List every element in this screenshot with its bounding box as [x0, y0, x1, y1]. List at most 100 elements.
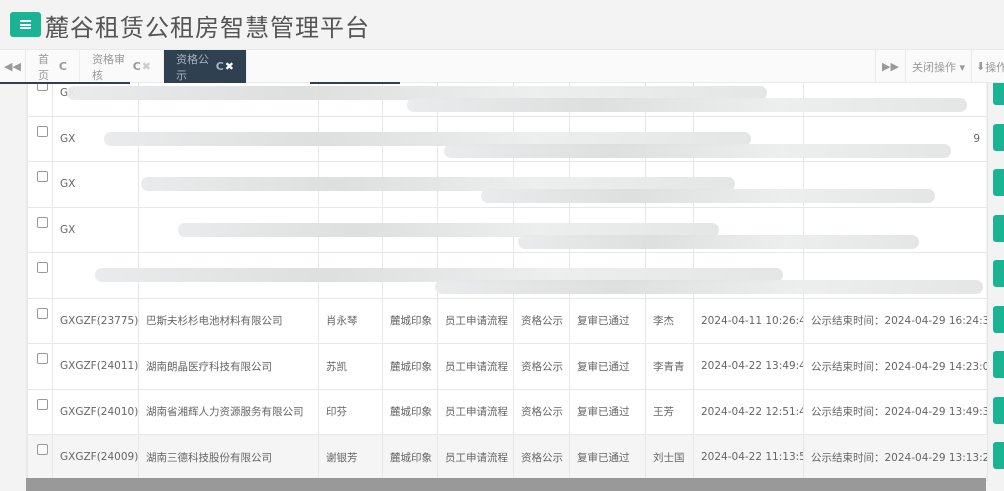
tab-label: 首页 — [38, 52, 49, 82]
cell-company: 湖南朗晶医疗科技有限公司 — [138, 343, 319, 390]
id-text: GXGZF(24011) — [60, 360, 139, 373]
row-action-button[interactable] — [993, 442, 1004, 469]
cell-flow: 员工申请流程 — [437, 343, 514, 390]
close-operations-dropdown[interactable]: 关闭操作 ▾ — [906, 50, 972, 83]
cell-reviewer: 王芳 — [645, 388, 694, 435]
cell-reviewer: 刘士国 — [645, 434, 694, 481]
refresh-icon[interactable]: C — [216, 60, 224, 73]
row-checkbox-cell[interactable] — [27, 206, 53, 253]
company-text: 巴斯夫杉杉电池材料有限公司 — [146, 315, 283, 328]
row-checkbox-cell[interactable] — [27, 252, 53, 299]
date-text: 2024-04-22 13:49:42 — [701, 360, 804, 373]
cell-project: 麓城印象 — [382, 388, 438, 435]
tab-qualification-publicity[interactable]: 资格公示 C ✖ — [164, 50, 247, 83]
end-text: 公示结束时间：2024-04-29 13:13:27 — [811, 451, 988, 464]
cell-date: 2024-04-22 13:49:42 — [693, 343, 804, 390]
row-action-button[interactable] — [993, 260, 1004, 287]
row-action-button[interactable] — [993, 351, 1004, 378]
cell-stage: 资格公示 — [513, 434, 570, 481]
date-text: 2024-04-22 11:13:55 — [701, 451, 804, 464]
row-checkbox-cell[interactable] — [27, 297, 53, 344]
cell-flow: 员工申请流程 — [437, 297, 514, 344]
table-row[interactable]: GXGZF(23775) 巴斯夫杉杉电池材料有限公司 肖永琴 麓城印象 员工申请流程 资格… — [27, 297, 988, 344]
cell-reviewer: 李杰 — [645, 297, 694, 344]
tab-home[interactable]: 首页 C — [26, 50, 80, 83]
id-text: GXGZF(24010) — [60, 405, 139, 418]
cell-status: 复审已通过 — [569, 434, 646, 481]
horizontal-scrollbar[interactable] — [26, 478, 986, 491]
row-checkbox-cell[interactable] — [27, 115, 53, 162]
table-row[interactable]: GXGZF(24010) 湖南省湘辉人力资源服务有限公司 印芬 麓城印象 员工申请流程资… — [27, 388, 988, 435]
menu-toggle-button[interactable] — [10, 12, 41, 37]
row-action-button[interactable] — [993, 396, 1004, 424]
redaction-mask — [444, 143, 951, 158]
id-text: GX — [60, 223, 76, 236]
cell-id: GX — [52, 206, 139, 253]
end-text: 公示结束时间：2024-04-29 14:23:06 — [811, 360, 988, 373]
reviewer-text: 李青青 — [653, 360, 685, 373]
cell-id: GXGZF(24010) — [52, 388, 139, 435]
date-text: 2024-04-22 12:51:45 — [701, 405, 804, 418]
row-checkbox[interactable] — [37, 307, 48, 319]
refresh-icon[interactable]: C — [133, 60, 141, 73]
id-text: GX — [60, 132, 76, 145]
operations-button[interactable]: ⬇ 操作 — [972, 50, 1004, 83]
cell-status: 复审已通过 — [569, 297, 646, 344]
divider — [0, 82, 130, 84]
tab-scroll-right-button[interactable]: ▶▶ — [875, 50, 906, 83]
cell-id: GXGZF(24009) — [52, 434, 139, 481]
table-row[interactable]: GXGZF(24011) 湖南朗晶医疗科技有限公司 苏凯 麓城印象 员工申请流程 资格公示… — [27, 343, 988, 390]
row-checkbox[interactable] — [37, 398, 48, 410]
cell-project: 麓城印象 — [382, 434, 438, 481]
row-action-button[interactable] — [993, 214, 1004, 242]
name-text: 肖永琴 — [326, 315, 358, 328]
tab-label: 资格审核 — [92, 52, 125, 82]
status-text: 复审已通过 — [577, 406, 630, 419]
project-text: 麓城印象 — [390, 315, 432, 328]
sidebar-gutter — [0, 83, 26, 491]
cell-status: 复审已通过 — [569, 388, 646, 435]
cell-end: 公示结束时间：2024-04-29 13:13:27 — [803, 434, 988, 481]
row-checkbox[interactable] — [37, 262, 48, 274]
row-action-button[interactable] — [993, 123, 1004, 151]
stage-text: 资格公示 — [521, 360, 563, 373]
cell-project: 麓城印象 — [382, 297, 438, 344]
tab-label: 资格公示 — [176, 52, 209, 82]
refresh-icon[interactable]: C — [59, 60, 67, 73]
close-icon[interactable]: ✖ — [225, 60, 234, 73]
row-action-button[interactable] — [993, 169, 1004, 196]
table-row[interactable]: GXGZF(24009) 湖南三德科技股份有限公司 谢银芳 麓城印象 员工申请流程 资格公… — [27, 434, 988, 481]
divider — [310, 82, 400, 84]
row-checkbox[interactable] — [37, 125, 48, 137]
flow-text: 员工申请流程 — [445, 315, 508, 328]
tab-qualification-review[interactable]: 资格审核 C ✖ — [80, 50, 164, 83]
status-text: 复审已通过 — [577, 360, 630, 373]
end-text: 公示结束时间：2024-04-29 13:49:33 — [811, 406, 988, 419]
company-text: 湖南省湘辉人力资源服务有限公司 — [146, 406, 304, 419]
row-checkbox-cell[interactable] — [27, 343, 53, 390]
dropdown-label: 关闭操作 ▾ — [911, 60, 966, 74]
name-text: 印芬 — [326, 406, 347, 419]
cell-name: 肖永琴 — [318, 297, 383, 344]
row-checkbox[interactable] — [37, 216, 48, 228]
close-icon[interactable]: ✖ — [142, 60, 151, 73]
reviewer-text: 李杰 — [653, 315, 674, 328]
tab-scroll-left-button[interactable]: ◀◀ — [0, 50, 26, 83]
ops-label: 操作 — [985, 60, 1004, 74]
id-text: GXGZF(24009) — [60, 451, 139, 464]
publicity-table: GXGX9GXGXGXGZF(23775)巴斯夫杉杉电池材料有限公司肖永琴麓城印… — [26, 70, 988, 481]
cell-company: 湖南三德科技股份有限公司 — [138, 434, 319, 481]
row-checkbox-cell[interactable] — [27, 388, 53, 435]
row-checkbox[interactable] — [37, 171, 48, 183]
row-checkbox-cell[interactable] — [27, 161, 53, 208]
name-text: 谢银芳 — [326, 451, 358, 464]
row-checkbox[interactable] — [37, 353, 48, 365]
row-action-button[interactable] — [993, 305, 1004, 333]
row-checkbox-cell[interactable] — [27, 434, 53, 481]
end-text: 公示结束时间：2024-04-29 16:24:38 — [811, 315, 988, 328]
cell-company: 湖南省湘辉人力资源服务有限公司 — [138, 388, 319, 435]
row-checkbox[interactable] — [37, 444, 48, 456]
backward-icon: ◀◀ — [4, 60, 21, 73]
name-text: 苏凯 — [326, 360, 347, 373]
cell-id: GX — [52, 161, 139, 208]
